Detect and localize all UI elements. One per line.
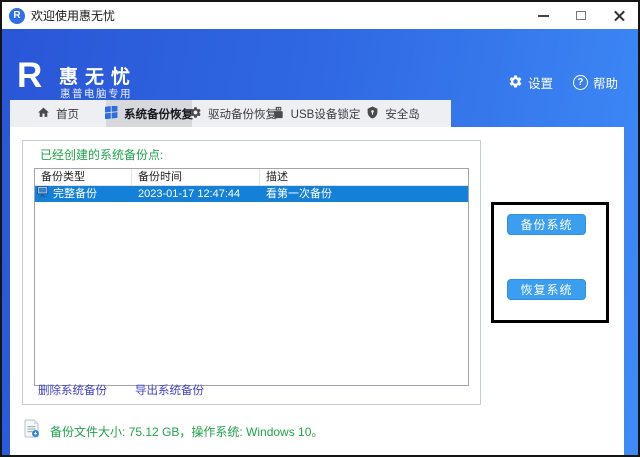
tab-security-island[interactable]: 安全岛 [358,100,428,127]
cell-backup-time: 2023-01-17 12:47:44 [132,186,260,202]
status-bar: 备份文件大小: 75.12 GB，操作系统: Windows 10。 [24,419,323,443]
shield-icon [366,106,379,122]
minimize-icon [538,15,549,17]
table-header-row: 备份类型 备份时间 描述 [35,169,468,186]
settings-button[interactable]: 设置 [508,73,553,92]
app-name: 惠无忧 [59,62,137,89]
backup-points-panel: 已经创建的系统备份点: 备份类型 备份时间 描述 完整备份 [22,140,481,405]
cell-backup-type: 完整备份 [35,186,132,202]
windows-icon [105,106,118,122]
backup-system-button[interactable]: 备份系统 [507,214,586,235]
window-title: 欢迎使用惠无忧 [31,7,115,24]
tab-usb-device-lock[interactable]: USB设备锁定 [274,100,358,127]
column-header-backup-type[interactable]: 备份类型 [35,169,132,185]
question-icon: ? [573,75,588,90]
window-controls [524,2,638,29]
title-bar: R 欢迎使用惠无忧 [2,2,638,29]
gear-icon [508,74,523,92]
app-logo-icon: R [17,58,40,93]
window-frame: R 惠无忧 惠普电脑专用 设置 ? 帮助 首页 [2,29,638,455]
computer-icon [37,186,50,202]
backup-file-icon [24,419,40,443]
column-header-backup-time[interactable]: 备份时间 [132,169,260,185]
delete-backup-link[interactable]: 删除系统备份 [38,382,107,398]
backup-points-section-label: 已经创建的系统备份点: [38,146,165,163]
restore-system-button[interactable]: 恢复系统 [507,279,586,300]
gear-icon [189,106,202,122]
tab-label: 驱动备份恢复 [208,106,277,122]
close-button[interactable] [600,2,638,29]
column-header-description[interactable]: 描述 [260,169,468,185]
close-icon [613,9,626,22]
usb-icon [272,106,285,122]
header-actions: 设置 ? 帮助 [508,73,618,92]
tab-label: 安全岛 [385,106,420,122]
status-text: 备份文件大小: 75.12 GB，操作系统: Windows 10。 [50,423,323,440]
tab-driver-backup-restore[interactable]: 驱动备份恢复 [192,100,274,127]
app-subtitle: 惠普电脑专用 [60,86,132,101]
settings-label: 设置 [528,73,553,92]
tab-label: 系统备份恢复 [124,106,193,122]
help-button[interactable]: ? 帮助 [573,73,618,92]
export-backup-link[interactable]: 导出系统备份 [135,382,204,398]
table-row[interactable]: 完整备份 2023-01-17 12:47:44 看第一次备份 [35,186,468,202]
tab-home[interactable]: 首页 [10,100,106,127]
app-window: R 欢迎使用惠无忧 R 惠无忧 惠普电脑专用 设置 ? 帮助 [0,0,640,457]
home-icon [37,106,50,122]
maximize-button[interactable] [562,2,600,29]
app-badge-icon: R [9,8,25,24]
backup-points-table: 备份类型 备份时间 描述 完整备份 2023-01-17 12:47:44 看第… [34,168,469,386]
main-content: 已经创建的系统备份点: 备份类型 备份时间 描述 完整备份 [10,127,624,457]
tab-label: USB设备锁定 [291,106,361,122]
backup-type-text: 完整备份 [53,186,97,202]
tab-bar: 首页 系统备份恢复 驱动备份恢复 USB设备锁定 [10,100,451,127]
app-badge-letter: R [13,10,20,21]
cell-description: 看第一次备份 [260,186,468,202]
help-label: 帮助 [593,73,618,92]
backup-links: 删除系统备份 导出系统备份 [38,382,204,398]
maximize-icon [576,11,586,20]
tab-system-backup-restore[interactable]: 系统备份恢复 [106,100,192,127]
tab-label: 首页 [56,106,79,122]
minimize-button[interactable] [524,2,562,29]
